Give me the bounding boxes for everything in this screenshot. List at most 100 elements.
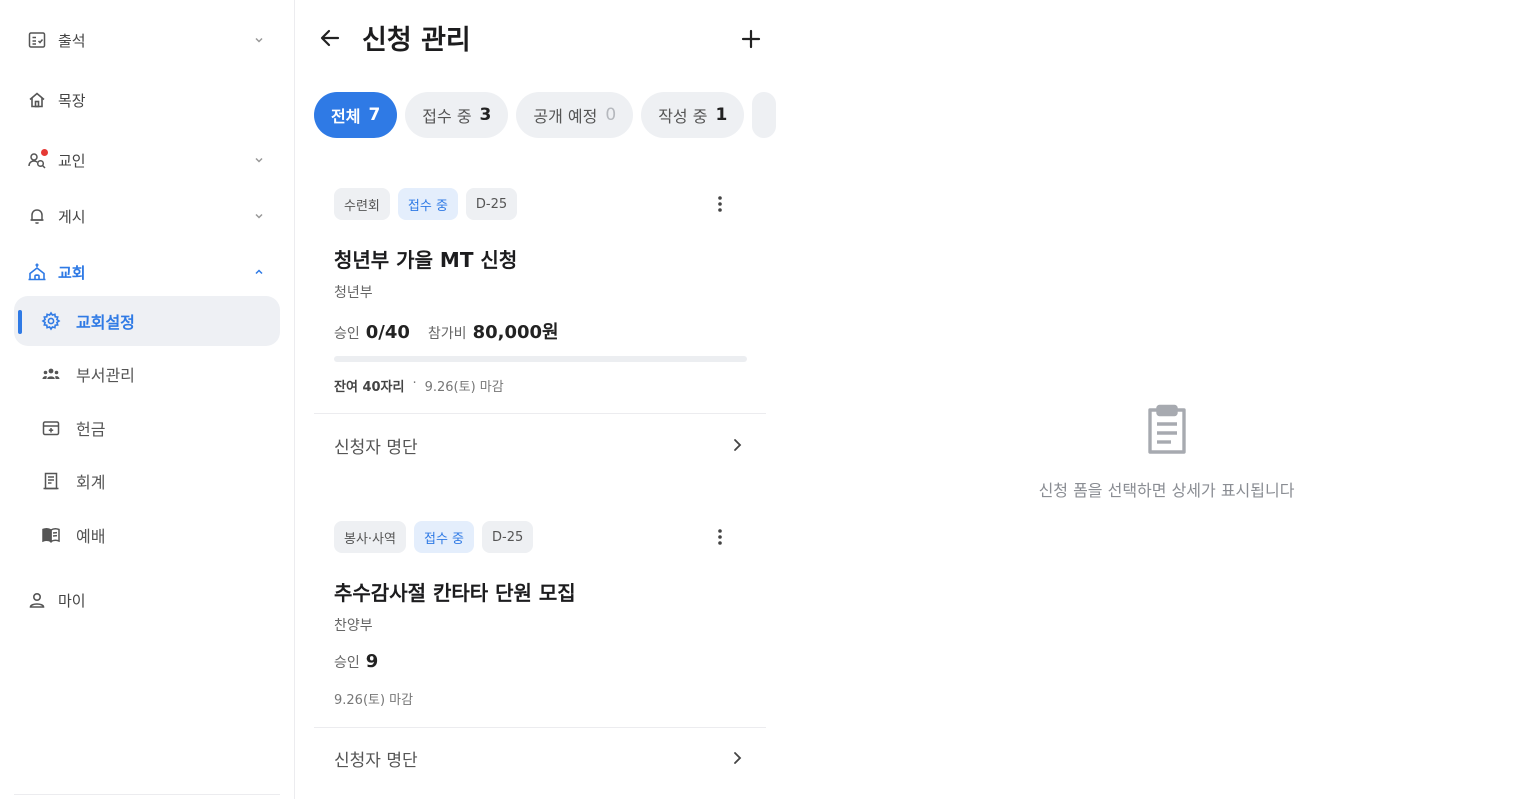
- divider: [314, 413, 766, 414]
- filter-chip-open[interactable]: 접수 중 3: [405, 92, 509, 138]
- chip-count: 7: [368, 105, 381, 125]
- clipboard-icon: [1142, 404, 1192, 456]
- sidebar-item-cell[interactable]: 목장: [14, 78, 280, 122]
- bell-icon: [26, 205, 48, 227]
- category-tag: 수련회: [334, 188, 390, 220]
- sidebar-item-board[interactable]: 게시: [14, 194, 280, 238]
- selection-indicator: [18, 310, 22, 334]
- filter-chip-all[interactable]: 전체 7: [314, 92, 398, 138]
- chip-count: 0: [605, 105, 617, 125]
- book-icon: [40, 524, 62, 546]
- notification-dot: [41, 149, 48, 156]
- card-department: 청년부: [334, 285, 373, 301]
- sidebar-item-members[interactable]: 교인: [14, 138, 280, 182]
- sidebar: 출석 목장 교인 게시 교회 교회설정 부서관리 헌금 회계 예배 마이: [0, 0, 295, 799]
- deadline: 9.26(토) 마감: [424, 380, 504, 395]
- chevron-right-icon: [728, 436, 746, 454]
- sidebar-item-label: 회계: [76, 473, 106, 492]
- home-icon: [26, 89, 48, 111]
- group-icon: [40, 363, 62, 385]
- applicant-roster-link[interactable]: 신청자 명단: [314, 729, 766, 787]
- offering-icon: [40, 417, 62, 439]
- page-header: 신청 관리: [296, 0, 780, 76]
- divider: [314, 727, 766, 728]
- sidebar-item-label: 마이: [58, 591, 86, 610]
- sidebar-subitem-offering[interactable]: 헌금: [14, 403, 280, 453]
- chevron-down-icon: [252, 152, 266, 166]
- filter-chip-scheduled[interactable]: 공개 예정 0: [516, 92, 634, 138]
- arrow-left-icon: [320, 29, 340, 47]
- deadline: 9.26(토) 마감: [334, 693, 414, 708]
- sidebar-item-church[interactable]: 교회: [14, 250, 280, 294]
- sidebar-subitem-departments[interactable]: 부서관리: [14, 349, 280, 399]
- application-list-panel: 신청 관리 전체 7 접수 중 3 공개 예정 0 작성 중 1 수련회 접수 …: [296, 0, 780, 799]
- card-department: 찬양부: [334, 618, 373, 634]
- kebab-icon: [718, 196, 722, 212]
- sidebar-item-label: 목장: [58, 91, 86, 110]
- card-stats: 승인 0/40 참가비 80,000원: [334, 318, 559, 344]
- chevron-right-icon: [728, 749, 746, 767]
- ledger-icon: [40, 470, 62, 492]
- chip-label: 접수 중: [422, 107, 472, 126]
- fee-value: 80,000원: [472, 322, 559, 343]
- sidebar-item-my[interactable]: 마이: [14, 578, 280, 622]
- sidebar-item-label: 교회: [58, 263, 86, 282]
- members-search-icon: [26, 149, 48, 171]
- approved-value: 9: [365, 651, 379, 672]
- card-stats: 승인 9: [334, 651, 378, 672]
- capacity-progress: [334, 356, 747, 362]
- applicant-roster-link[interactable]: 신청자 명단: [314, 416, 766, 474]
- approved-label: 승인: [334, 655, 360, 671]
- attendance-icon: [26, 29, 48, 51]
- more-options-button[interactable]: [706, 523, 734, 551]
- dday-badge: D-25: [465, 188, 518, 220]
- sidebar-item-attendance[interactable]: 출석: [14, 18, 280, 62]
- sidebar-item-label: 교인: [58, 151, 86, 170]
- chip-count: 3: [479, 105, 492, 125]
- sidebar-item-label: 출석: [58, 31, 86, 50]
- sidebar-item-label: 교회설정: [76, 313, 135, 332]
- more-options-button[interactable]: [706, 190, 734, 218]
- chevron-up-icon: [252, 264, 266, 278]
- dday-badge: D-25: [482, 521, 534, 553]
- category-tag: 봉사·사역: [334, 521, 406, 553]
- chip-label: 전체: [331, 107, 361, 126]
- status-badge: 접수 중: [397, 188, 458, 220]
- card-tags: 수련회 접수 중 D-25: [334, 188, 525, 220]
- roster-label: 신청자 명단: [334, 437, 418, 458]
- status-badge: 접수 중: [413, 521, 474, 553]
- chip-count: 1: [715, 105, 728, 125]
- add-button[interactable]: [736, 24, 766, 54]
- gear-icon: [40, 310, 62, 332]
- card-title: 청년부 가을 MT 신청: [334, 248, 518, 272]
- app-root: 출석 목장 교인 게시 교회 교회설정 부서관리 헌금 회계 예배 마이 신청 …: [0, 0, 1520, 799]
- filter-chips: 전체 7 접수 중 3 공개 예정 0 작성 중 1: [314, 92, 780, 138]
- chip-label: 공개 예정: [533, 107, 598, 126]
- chip-label: 작성 중: [658, 107, 708, 126]
- sidebar-item-label: 게시: [58, 207, 86, 226]
- filter-chip-more[interactable]: [752, 92, 777, 138]
- approved-value: 0/40: [365, 322, 410, 343]
- sidebar-item-label: 헌금: [76, 420, 106, 439]
- approved-label: 승인: [334, 326, 360, 342]
- user-icon: [26, 589, 48, 611]
- empty-state-message: 신청 폼을 선택하면 상세가 표시됩니다: [1038, 481, 1295, 500]
- filter-chip-draft[interactable]: 작성 중 1: [641, 92, 745, 138]
- card-tags: 봉사·사역 접수 중 D-25: [334, 521, 541, 553]
- fee-label: 참가비: [427, 326, 467, 342]
- detail-panel: 신청 폼을 선택하면 상세가 표시됩니다: [780, 0, 1520, 799]
- card-footer: 9.26(토) 마감: [334, 689, 413, 708]
- chevron-down-icon: [252, 208, 266, 222]
- sidebar-subitem-accounting[interactable]: 회계: [14, 456, 280, 506]
- plus-icon: [741, 29, 761, 49]
- sidebar-subitem-church-settings[interactable]: 교회설정: [14, 296, 280, 346]
- sidebar-item-label: 부서관리: [76, 366, 135, 385]
- church-icon: [26, 261, 48, 283]
- sidebar-item-label: 예배: [76, 527, 106, 546]
- roster-label: 신청자 명단: [334, 750, 418, 771]
- back-button[interactable]: [314, 22, 346, 54]
- sidebar-subitem-worship[interactable]: 예배: [14, 510, 280, 560]
- page-title: 신청 관리: [362, 25, 471, 56]
- kebab-icon: [718, 529, 722, 545]
- remaining-seats: 잔여 40자리: [334, 380, 405, 395]
